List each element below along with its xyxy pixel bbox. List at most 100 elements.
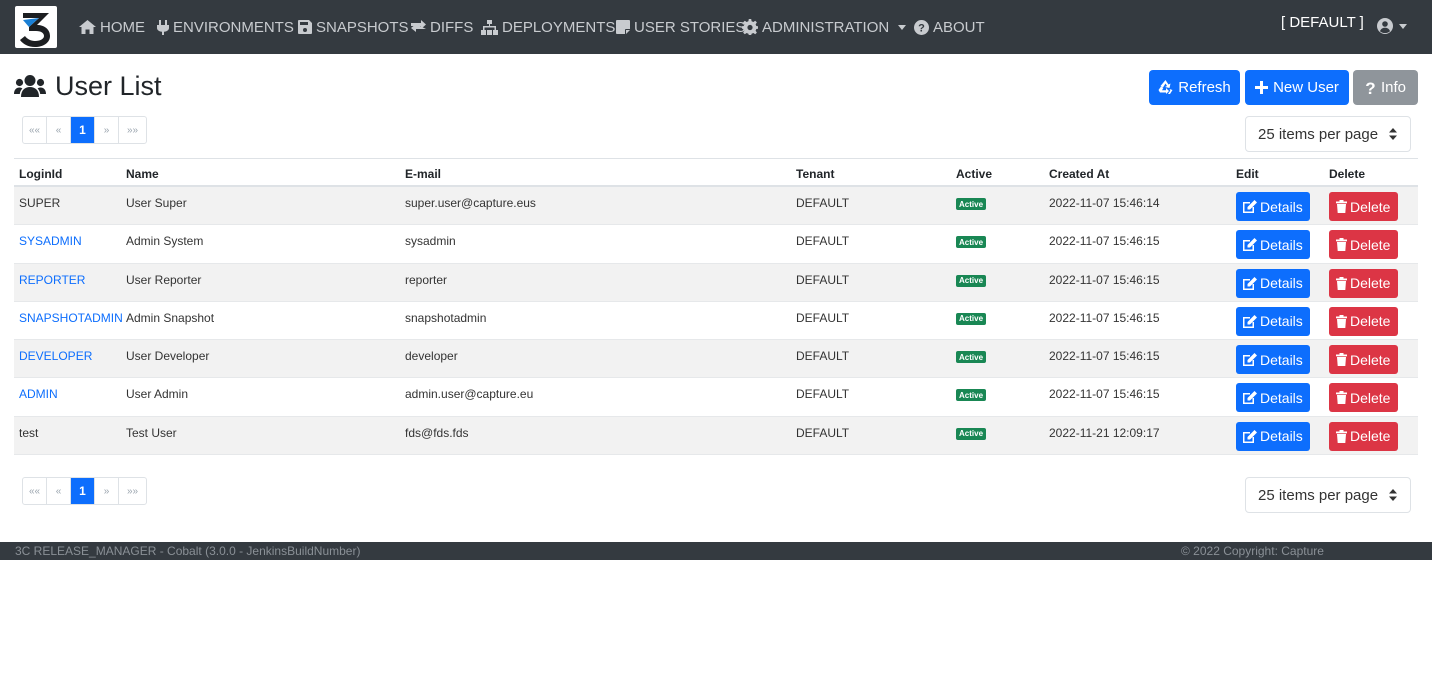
page-first-button[interactable]: «« xyxy=(23,117,47,143)
nav-diffs[interactable]: DIFFS xyxy=(411,17,473,37)
table-row: test Test User fds@fds.fds DEFAULT Activ… xyxy=(14,416,1418,456)
page-current-button[interactable]: 1 xyxy=(71,478,95,504)
nav-snapshots-label: SNAPSHOTS xyxy=(316,18,409,36)
active-badge: Active xyxy=(956,427,987,440)
tenant-selector[interactable]: [ DEFAULT ] xyxy=(1281,14,1364,31)
cell-loginid: SUPER xyxy=(19,196,61,210)
items-per-page-select[interactable]: 25 items per page xyxy=(1245,477,1411,513)
col-header-created-at[interactable]: Created At xyxy=(1049,167,1109,181)
arrows-exchange-icon xyxy=(411,20,426,32)
cell-tenant: DEFAULT xyxy=(796,272,850,287)
home-icon xyxy=(79,20,96,34)
delete-button[interactable]: Delete xyxy=(1329,192,1398,221)
gear-icon xyxy=(742,19,758,35)
footer: 3C RELEASE_MANAGER - Cobalt (3.0.0 - Jen… xyxy=(0,542,1432,560)
cell-email: reporter xyxy=(405,272,448,287)
cell-email: developer xyxy=(405,349,458,364)
chevron-down-icon xyxy=(898,24,907,30)
cell-loginid: test xyxy=(19,425,39,440)
page-next-button[interactable]: » xyxy=(95,117,119,143)
user-circle-icon xyxy=(1377,18,1393,34)
svg-text:?: ? xyxy=(1365,80,1375,95)
table-row: ADMIN User Admin admin.user@capture.eu D… xyxy=(14,378,1418,417)
nav-about[interactable]: ? ABOUT xyxy=(914,17,985,37)
nav-home[interactable]: HOME xyxy=(79,17,145,37)
cell-email: snapshotadmin xyxy=(405,310,487,325)
top-navbar: HOME ENVIRONMENTS SNAPSHOTS DIFFS DEPLOY… xyxy=(0,0,1432,54)
question-circle-icon: ? xyxy=(914,19,929,35)
col-header-name[interactable]: Name xyxy=(126,167,159,181)
col-header-active[interactable]: Active xyxy=(956,167,992,181)
trash-icon xyxy=(1336,429,1347,443)
col-header-tenant[interactable]: Tenant xyxy=(796,167,834,181)
cell-loginid-link[interactable]: DEVELOPER xyxy=(19,349,92,363)
table-row: SYSADMIN Admin System sysadmin DEFAULT A… xyxy=(14,225,1418,264)
cell-tenant: DEFAULT xyxy=(796,425,850,440)
delete-button[interactable]: Delete xyxy=(1329,306,1398,336)
delete-button[interactable]: Delete xyxy=(1329,383,1398,413)
trash-icon xyxy=(1336,353,1347,367)
nav-diffs-label: DIFFS xyxy=(430,18,474,36)
details-button[interactable]: Details xyxy=(1236,192,1310,221)
refresh-button[interactable]: Refresh xyxy=(1149,70,1240,105)
trash-icon xyxy=(1336,238,1347,252)
pagination-bottom: «« « 1 » »» xyxy=(22,477,147,505)
page-next-button[interactable]: » xyxy=(95,478,119,504)
nav-deployments[interactable]: DEPLOYMENTS xyxy=(481,17,615,37)
page-prev-button[interactable]: « xyxy=(47,117,71,143)
details-button[interactable]: Details xyxy=(1236,230,1310,260)
cell-loginid-link[interactable]: SYSADMIN xyxy=(19,234,82,248)
details-button[interactable]: Details xyxy=(1236,383,1310,413)
cell-loginid-link[interactable]: ADMIN xyxy=(19,387,58,401)
col-header-loginid[interactable]: LoginId xyxy=(19,167,62,181)
trash-icon xyxy=(1336,276,1347,290)
col-header-delete: Delete xyxy=(1329,167,1366,181)
new-user-button[interactable]: New User xyxy=(1245,70,1349,105)
items-per-page-select[interactable]: 25 items per page xyxy=(1245,116,1411,152)
details-button[interactable]: Details xyxy=(1236,345,1310,375)
cell-created-at: 2022-11-07 15:46:15 xyxy=(1049,272,1160,287)
plug-icon xyxy=(157,19,169,35)
info-button[interactable]: ? Info xyxy=(1353,70,1418,105)
cell-created-at: 2022-11-07 15:46:15 xyxy=(1049,310,1160,325)
cell-name: Admin Snapshot xyxy=(126,310,215,325)
delete-button[interactable]: Delete xyxy=(1329,268,1398,298)
nav-home-label: HOME xyxy=(100,18,145,36)
page-title: User List xyxy=(14,70,162,102)
nav-administration[interactable]: ADMINISTRATION xyxy=(742,17,907,37)
details-button[interactable]: Details xyxy=(1236,421,1310,451)
nav-environments[interactable]: ENVIRONMENTS xyxy=(157,17,294,37)
cell-tenant: DEFAULT xyxy=(796,310,850,325)
details-label: Details xyxy=(1260,275,1303,292)
details-button[interactable]: Details xyxy=(1236,268,1310,298)
cell-loginid-link[interactable]: REPORTER xyxy=(19,273,85,287)
plus-icon xyxy=(1255,81,1269,94)
delete-label: Delete xyxy=(1350,428,1391,445)
page-first-button[interactable]: «« xyxy=(23,478,47,504)
page-current-button[interactable]: 1 xyxy=(71,117,95,143)
nav-user-stories[interactable]: USER STORIES xyxy=(616,17,745,37)
page-prev-button[interactable]: « xyxy=(47,478,71,504)
sticky-note-icon xyxy=(616,20,630,34)
users-icon xyxy=(14,75,46,97)
app-logo[interactable] xyxy=(15,6,57,48)
sort-arrows-icon xyxy=(1389,128,1397,140)
page-last-button[interactable]: »» xyxy=(119,117,146,143)
delete-label: Delete xyxy=(1350,389,1391,406)
details-label: Details xyxy=(1260,389,1303,406)
details-button[interactable]: Details xyxy=(1236,306,1310,336)
delete-button[interactable]: Delete xyxy=(1329,421,1398,451)
cell-created-at: 2022-11-07 15:46:15 xyxy=(1049,387,1160,402)
details-label: Details xyxy=(1260,428,1303,445)
info-label: Info xyxy=(1380,79,1407,96)
user-menu[interactable] xyxy=(1377,18,1407,34)
delete-button[interactable]: Delete xyxy=(1329,345,1398,375)
trash-icon xyxy=(1336,391,1347,405)
edit-icon xyxy=(1243,391,1257,405)
delete-button[interactable]: Delete xyxy=(1329,230,1398,260)
col-header-email[interactable]: E-mail xyxy=(405,167,441,181)
nav-snapshots[interactable]: SNAPSHOTS xyxy=(298,17,409,37)
page-last-button[interactable]: »» xyxy=(119,478,146,504)
cell-loginid-link[interactable]: SNAPSHOTADMIN xyxy=(19,311,123,325)
cell-created-at: 2022-11-07 15:46:15 xyxy=(1049,349,1160,364)
